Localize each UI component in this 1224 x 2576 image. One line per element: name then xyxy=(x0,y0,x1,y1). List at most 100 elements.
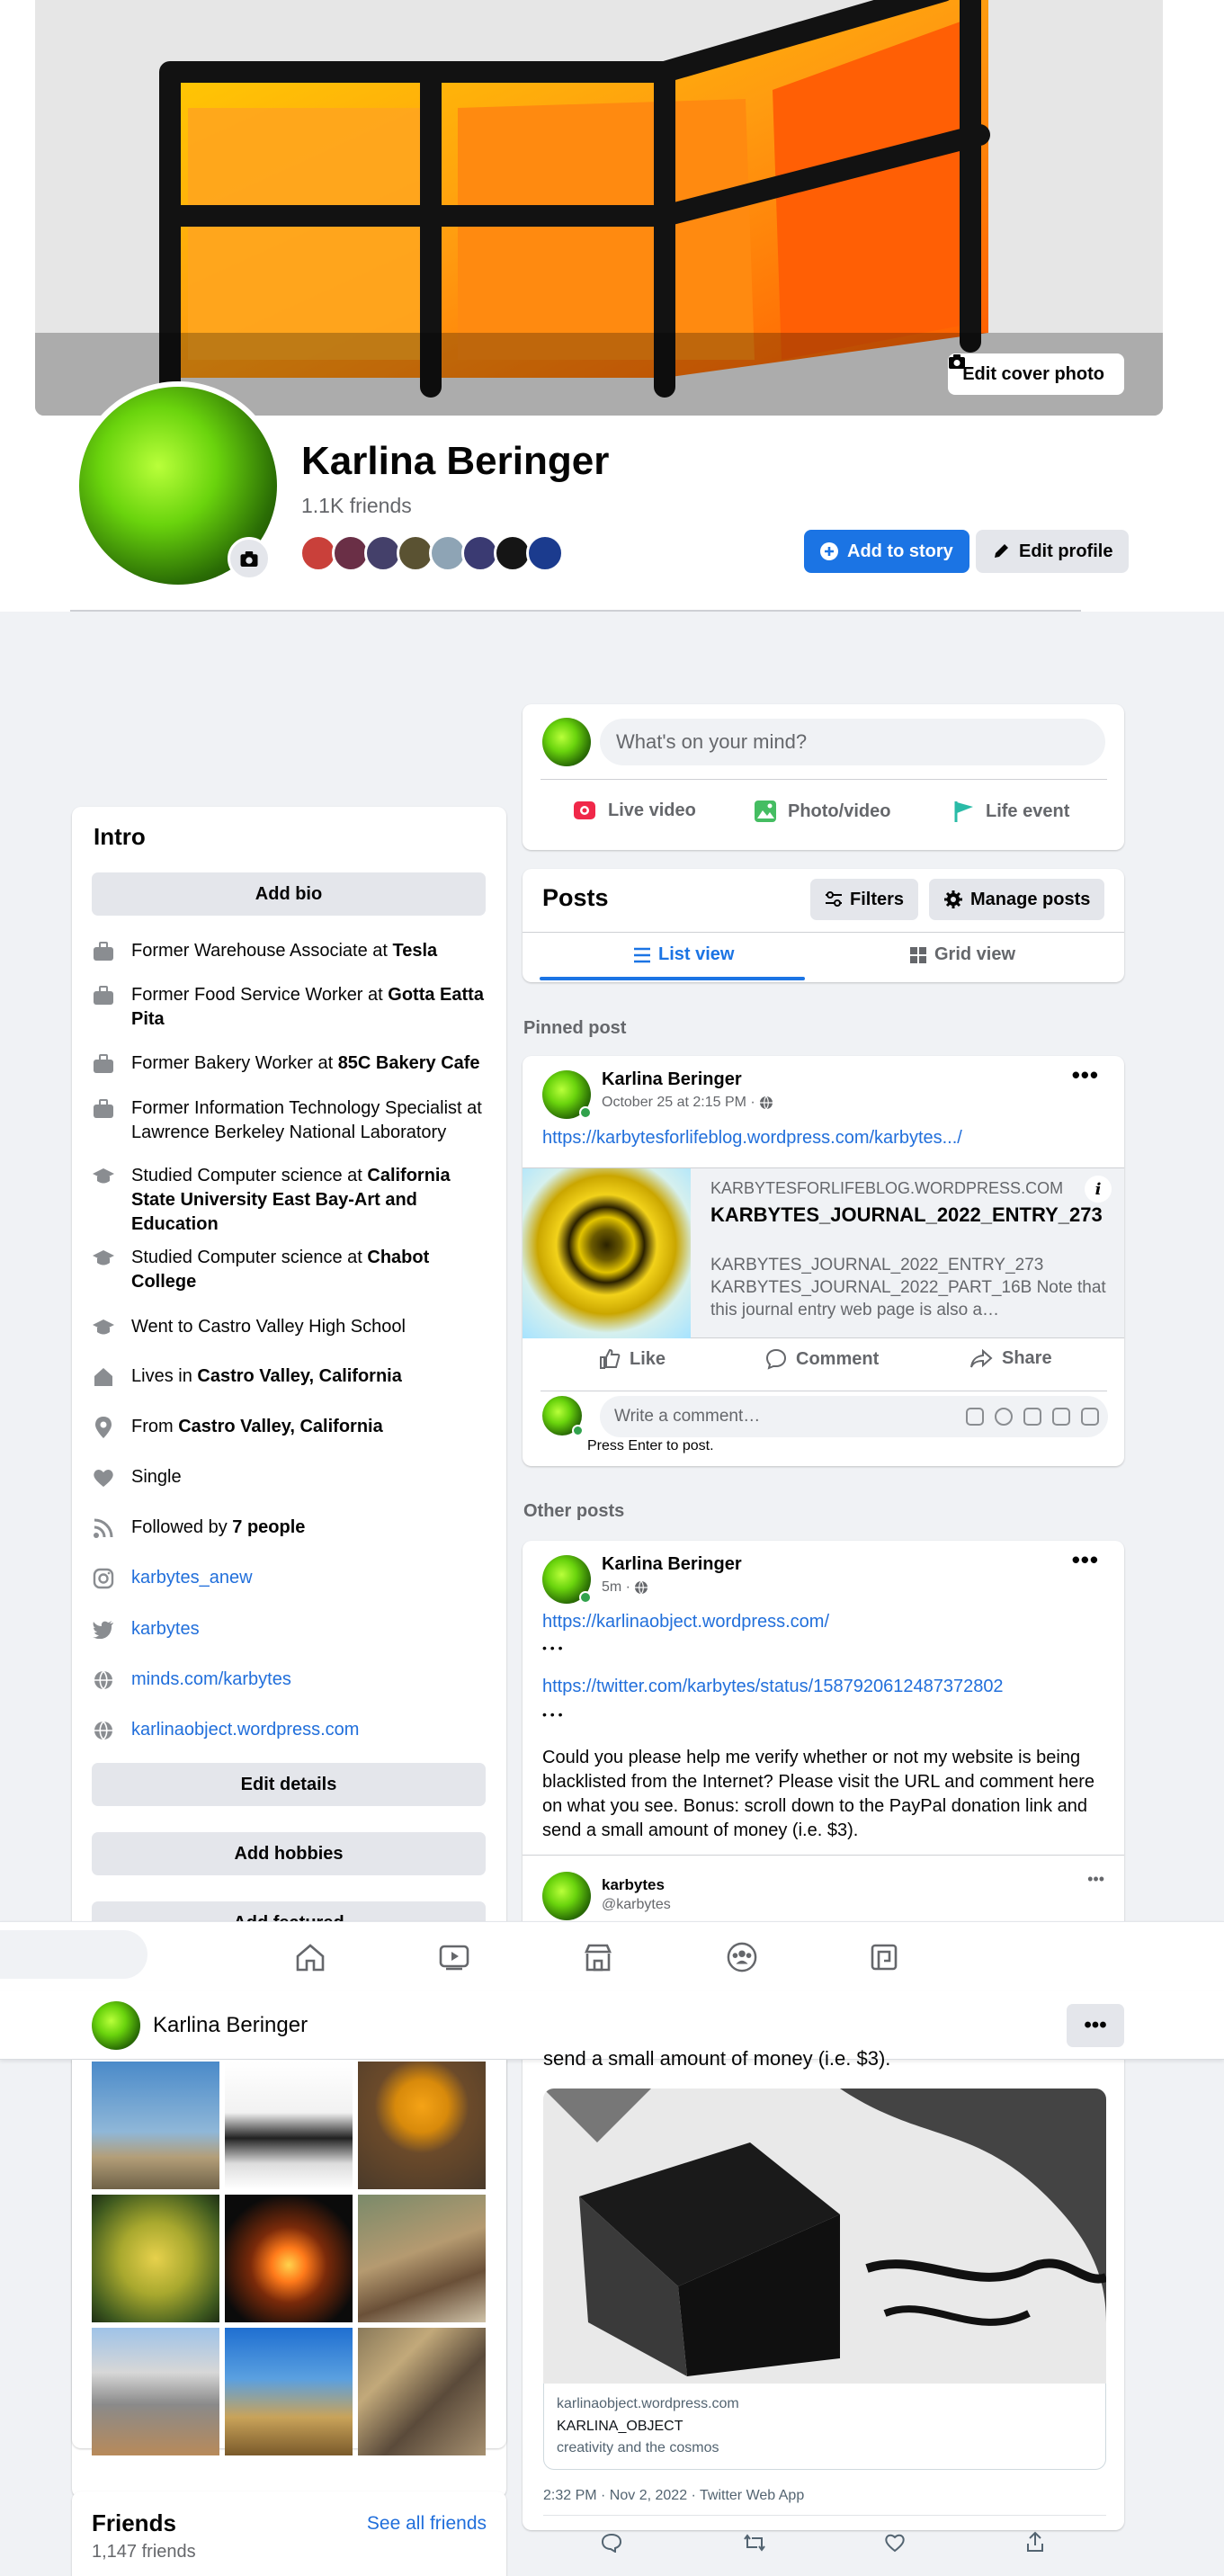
heart-icon[interactable] xyxy=(884,2533,906,2557)
photo-thumbnail[interactable] xyxy=(225,2195,353,2322)
briefcase-icon xyxy=(92,1097,115,1121)
filters-button[interactable]: Filters xyxy=(810,879,919,920)
intro-link-website[interactable]: minds.com/karbytes xyxy=(92,1668,487,1692)
photo-thumbnail[interactable] xyxy=(358,2195,486,2322)
camera-icon[interactable] xyxy=(1023,1408,1041,1426)
manage-posts-button[interactable]: Manage posts xyxy=(929,879,1105,920)
post-timestamp[interactable]: October 25 at 2:15 PM · xyxy=(602,1095,773,1111)
post-composer: What's on your mind? Live video Photo/vi… xyxy=(523,704,1124,850)
intro-link-website[interactable]: karlinaobject.wordpress.com xyxy=(92,1718,487,1742)
posts-title: Posts xyxy=(542,884,609,911)
search-input[interactable] xyxy=(0,1930,147,1979)
gif-icon[interactable] xyxy=(1052,1408,1070,1426)
embed-more-button[interactable]: ••• xyxy=(1087,1870,1104,1889)
briefcase-icon xyxy=(92,1052,115,1076)
sticky-avatar[interactable] xyxy=(92,2001,140,2050)
edit-cover-photo-button[interactable]: Edit cover photo xyxy=(948,353,1124,395)
grid-icon xyxy=(910,946,926,963)
marketplace-icon[interactable] xyxy=(583,1942,613,1972)
post-body-text: Could you please help me verify whether … xyxy=(542,1748,1095,1840)
website-link[interactable]: karlinaobject.wordpress.com xyxy=(131,1718,359,1742)
sticky-profile-name[interactable]: Karlina Beringer xyxy=(153,2013,308,2038)
edit-profile-button[interactable]: Edit profile xyxy=(976,530,1130,573)
intro-link-twitter[interactable]: karbytes xyxy=(92,1617,487,1641)
friend-avatar[interactable] xyxy=(526,534,564,572)
watch-video-icon[interactable] xyxy=(439,1942,469,1972)
intro-item-work: Former Food Service Worker at Gotta Eatt… xyxy=(92,983,487,1032)
link-preview[interactable]: KARBYTESFORLIFEBLOG.WORDPRESS.COM KARBYT… xyxy=(523,1167,1124,1338)
tab-list-view[interactable]: List view xyxy=(633,944,734,965)
twitter-link[interactable]: karbytes xyxy=(131,1617,200,1641)
see-all-friends-link[interactable]: See all friends xyxy=(367,2513,487,2535)
embed-author-handle[interactable]: @karbytes xyxy=(602,1897,671,1913)
add-hobbies-button[interactable]: Add hobbies xyxy=(92,1832,486,1875)
share-button[interactable]: Share xyxy=(969,1348,1052,1369)
photo-thumbnail[interactable] xyxy=(358,2062,486,2189)
website-link[interactable]: minds.com/karbytes xyxy=(131,1668,291,1692)
add-to-story-button[interactable]: Add to story xyxy=(804,530,969,573)
retweet-icon[interactable] xyxy=(743,2533,766,2557)
post-author-name[interactable]: Karlina Beringer xyxy=(602,1069,742,1090)
write-comment-input[interactable]: Write a comment… xyxy=(600,1396,1108,1437)
photo-thumbnail[interactable] xyxy=(92,2195,219,2322)
friends-count: 1,147 friends xyxy=(92,2542,196,2562)
globe-icon xyxy=(635,1580,648,1595)
press-enter-hint: Press Enter to post. xyxy=(587,1438,714,1453)
groups-icon[interactable] xyxy=(727,1942,757,1972)
embed-divider xyxy=(523,1855,1124,1856)
composer-avatar[interactable] xyxy=(542,718,591,766)
whats-on-your-mind-input[interactable]: What's on your mind? xyxy=(600,719,1105,765)
embed-author-avatar[interactable] xyxy=(542,1872,591,1920)
post-link[interactable]: https://karlinaobject.wordpress.com/ xyxy=(542,1612,829,1632)
globe-icon xyxy=(92,1668,115,1692)
photo-thumbnail[interactable] xyxy=(358,2328,486,2455)
cover-photo[interactable]: Edit cover photo xyxy=(35,0,1163,416)
embed-link-card[interactable]: karlinaobject.wordpress.com KARLINA_OBJE… xyxy=(543,2384,1106,2470)
edit-cover-label: Edit cover photo xyxy=(962,363,1104,384)
home-icon xyxy=(92,1365,115,1389)
post-more-button[interactable]: ••• xyxy=(1072,1546,1099,1574)
avatar-sticker-icon[interactable] xyxy=(966,1408,984,1426)
emoji-icon[interactable] xyxy=(995,1408,1013,1426)
live-video-label: Live video xyxy=(608,800,696,820)
live-video-button[interactable]: Live video xyxy=(572,799,696,822)
embed-image[interactable] xyxy=(543,2089,1106,2384)
share-label: Share xyxy=(1002,1348,1052,1368)
friend-avatars-row[interactable] xyxy=(299,534,564,572)
post-more-button[interactable]: ••• xyxy=(1072,1061,1099,1089)
comment-button[interactable]: Comment xyxy=(765,1348,879,1370)
friends-title: Friends xyxy=(92,2509,176,2536)
life-event-button[interactable]: Life event xyxy=(952,799,1069,824)
share-icon[interactable] xyxy=(1025,2531,1045,2557)
embed-author-name[interactable]: karbytes xyxy=(602,1876,665,1894)
photo-thumbnail[interactable] xyxy=(92,2328,219,2455)
photo-icon xyxy=(755,801,776,822)
photo-thumbnail[interactable] xyxy=(92,2062,219,2189)
embed-timestamp[interactable]: 2:32 PM · Nov 2, 2022 · Twitter Web App xyxy=(543,2488,804,2504)
photo-video-button[interactable]: Photo/video xyxy=(752,799,890,824)
post-author-name[interactable]: Karlina Beringer xyxy=(602,1554,742,1575)
reply-icon[interactable] xyxy=(601,2533,622,2557)
post-timestamp[interactable]: 5m · xyxy=(602,1579,648,1596)
add-bio-button[interactable]: Add bio xyxy=(92,872,486,916)
post-link[interactable]: https://twitter.com/karbytes/status/1587… xyxy=(542,1677,1004,1697)
instagram-link[interactable]: karbytes_anew xyxy=(131,1566,253,1590)
photos-card xyxy=(72,2060,506,2455)
sticky-more-button[interactable]: ••• xyxy=(1067,2004,1124,2047)
like-button[interactable]: Like xyxy=(599,1348,666,1370)
friends-count-link[interactable]: 1.1K friends xyxy=(301,494,412,518)
edit-details-button[interactable]: Edit details xyxy=(92,1763,486,1806)
gaming-feed-icon[interactable] xyxy=(869,1942,899,1972)
photo-thumbnail[interactable] xyxy=(225,2062,353,2189)
pinned-post: Karlina Beringer October 25 at 2:15 PM ·… xyxy=(523,1056,1124,1466)
sticker-icon[interactable] xyxy=(1081,1408,1099,1426)
home-icon[interactable] xyxy=(295,1942,326,1972)
intro-link-instagram[interactable]: karbytes_anew xyxy=(92,1566,487,1590)
update-profile-picture-button[interactable] xyxy=(228,537,271,580)
graduation-cap-icon xyxy=(92,1316,115,1339)
flag-icon xyxy=(954,801,973,822)
photo-thumbnail[interactable] xyxy=(225,2328,353,2455)
tab-grid-view[interactable]: Grid view xyxy=(909,944,1015,965)
post-link[interactable]: https://karbytesforlifeblog.wordpress.co… xyxy=(542,1128,962,1149)
info-icon[interactable]: i xyxy=(1085,1176,1112,1203)
